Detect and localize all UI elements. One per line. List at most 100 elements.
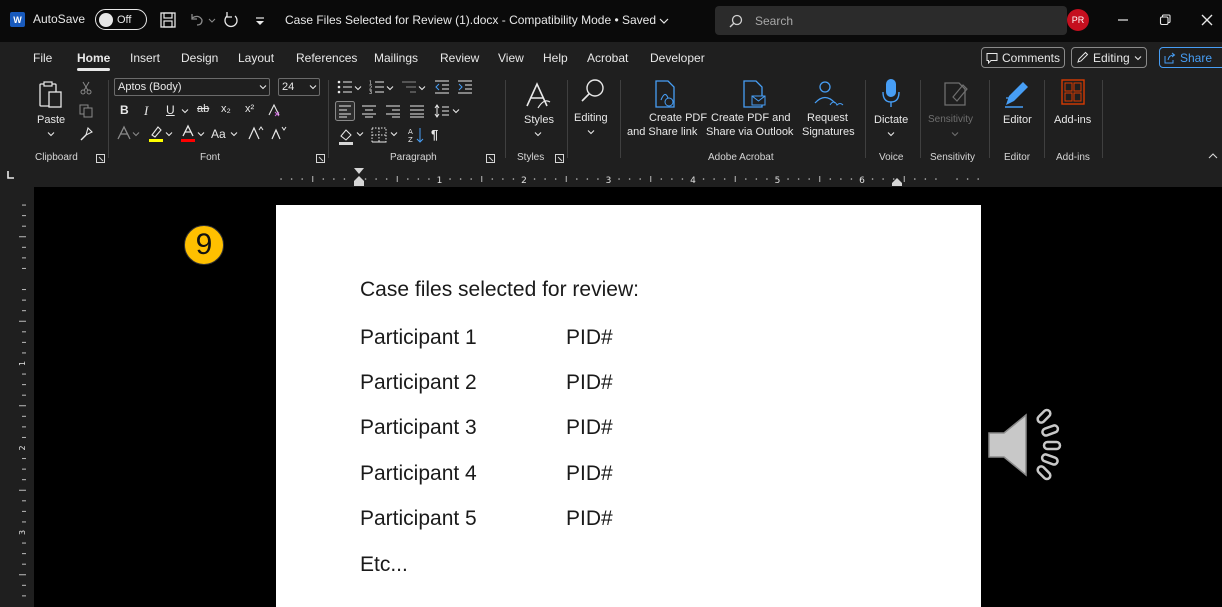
tab-mailings[interactable]: Mailings <box>374 51 418 65</box>
participant-row[interactable]: Participant 2 PID# <box>360 371 613 395</box>
undo-dropdown-icon[interactable] <box>207 10 217 30</box>
styles-dropdown-icon[interactable] <box>534 130 542 138</box>
tab-view[interactable]: View <box>498 51 524 65</box>
editing-dropdown-icon[interactable] <box>587 128 595 136</box>
participant-row[interactable]: Participant 5 PID# <box>360 507 613 531</box>
cut-icon[interactable] <box>79 81 93 95</box>
dictate-label[interactable]: Dictate <box>874 114 908 126</box>
share-button[interactable]: Share <box>1159 47 1222 68</box>
create-pdf-icon[interactable] <box>653 80 677 108</box>
paste-icon[interactable] <box>38 80 64 110</box>
align-center-icon[interactable] <box>362 104 376 118</box>
request-signatures-label-1[interactable]: Request <box>807 112 848 124</box>
word-logo-icon[interactable]: W <box>10 12 25 27</box>
highlight-dropdown-icon[interactable] <box>165 130 173 138</box>
paste-dropdown-icon[interactable] <box>47 130 55 138</box>
bullets-dropdown-icon[interactable] <box>354 84 362 92</box>
numbering-dropdown-icon[interactable] <box>386 84 394 92</box>
styles-icon[interactable] <box>524 80 552 110</box>
add-ins-icon[interactable] <box>1061 79 1085 105</box>
tab-acrobat[interactable]: Acrobat <box>587 51 628 65</box>
font-color-dropdown-icon[interactable] <box>197 130 205 138</box>
styles-label[interactable]: Styles <box>524 114 554 126</box>
editing-search-icon[interactable] <box>580 78 606 104</box>
sensitivity-dropdown-icon[interactable] <box>951 130 959 138</box>
decrease-indent-icon[interactable] <box>434 80 450 94</box>
grow-font-icon[interactable] <box>248 125 264 141</box>
increase-indent-icon[interactable] <box>457 80 473 94</box>
restore-button[interactable] <box>1152 8 1178 32</box>
document-canvas[interactable]: Case files selected for review: Particip… <box>34 187 1222 607</box>
font-launcher-icon[interactable] <box>316 154 325 163</box>
tab-help[interactable]: Help <box>543 51 568 65</box>
styles-launcher-icon[interactable] <box>555 154 564 163</box>
shading-dropdown-icon[interactable] <box>356 130 364 138</box>
shading-icon[interactable] <box>338 127 354 145</box>
borders-icon[interactable] <box>371 127 387 143</box>
bullets-icon[interactable] <box>337 80 353 94</box>
tab-design[interactable]: Design <box>181 51 218 65</box>
dictate-dropdown-icon[interactable] <box>887 130 895 138</box>
document-page[interactable]: Case files selected for review: Particip… <box>276 205 981 607</box>
tab-layout[interactable]: Layout <box>238 51 274 65</box>
sensitivity-icon[interactable] <box>943 79 969 107</box>
align-right-icon[interactable] <box>386 104 400 118</box>
underline-dropdown-icon[interactable] <box>181 107 189 115</box>
numbering-icon[interactable]: 123 <box>369 80 385 94</box>
sensitivity-label[interactable]: Sensitivity <box>928 114 973 125</box>
line-spacing-dropdown-icon[interactable] <box>452 107 460 115</box>
multilevel-list-icon[interactable] <box>401 80 417 94</box>
text-effects-icon[interactable] <box>116 125 132 141</box>
request-signatures-icon[interactable] <box>812 80 844 108</box>
document-heading[interactable]: Case files selected for review: <box>360 278 639 302</box>
sort-icon[interactable]: AZ <box>408 127 424 143</box>
horizontal-ruler[interactable]: 1 2 3 4 5 6 <box>0 167 1222 187</box>
editing-mode-button[interactable]: Editing <box>1071 47 1147 68</box>
user-avatar[interactable]: PR <box>1067 9 1089 31</box>
create-pdf-label-1[interactable]: Create PDF <box>649 112 707 124</box>
tab-home[interactable]: Home <box>77 51 111 71</box>
search-box[interactable]: Search <box>715 6 1067 35</box>
text-effects-dropdown-icon[interactable] <box>132 130 140 138</box>
microphone-icon[interactable] <box>881 78 901 108</box>
customize-quick-access-icon[interactable] <box>253 10 267 30</box>
superscript-button[interactable]: x² <box>245 103 254 115</box>
right-indent-marker[interactable] <box>891 177 903 187</box>
copy-icon[interactable] <box>79 104 93 118</box>
editing-label[interactable]: Editing <box>574 112 608 124</box>
share-outlook-icon[interactable] <box>741 80 767 108</box>
highlight-color-icon[interactable] <box>148 124 164 142</box>
autosave-toggle[interactable]: Off <box>95 9 147 30</box>
align-left-icon[interactable] <box>335 101 355 121</box>
redo-icon[interactable] <box>221 10 241 30</box>
create-pdf-label-2[interactable]: and Share link <box>627 126 697 138</box>
save-icon[interactable] <box>158 10 178 30</box>
strikethrough-button[interactable]: ab <box>197 103 209 115</box>
close-button[interactable] <box>1194 8 1220 32</box>
undo-icon[interactable] <box>187 10 207 30</box>
borders-dropdown-icon[interactable] <box>390 130 398 138</box>
paste-label[interactable]: Paste <box>37 114 65 126</box>
tab-selector-icon[interactable] <box>6 170 16 180</box>
tab-review[interactable]: Review <box>440 51 479 65</box>
italic-button[interactable]: I <box>144 103 148 119</box>
document-etc-line[interactable]: Etc... <box>360 553 408 577</box>
subscript-button[interactable]: x₂ <box>221 103 231 115</box>
bold-button[interactable]: B <box>120 103 129 117</box>
change-case-dropdown-icon[interactable] <box>230 130 238 138</box>
font-color-icon[interactable] <box>180 124 196 142</box>
first-line-indent-marker[interactable] <box>353 167 365 187</box>
clear-formatting-icon[interactable] <box>266 102 282 118</box>
tab-references[interactable]: References <box>296 51 357 65</box>
format-painter-icon[interactable] <box>79 127 93 141</box>
share-outlook-label-1[interactable]: Create PDF and <box>711 112 790 124</box>
change-case-button[interactable]: Aa <box>211 127 226 141</box>
line-spacing-icon[interactable] <box>434 104 450 118</box>
tab-file[interactable]: File <box>33 51 52 65</box>
font-name-dropdown[interactable]: Aptos (Body) <box>114 78 270 96</box>
show-formatting-marks-icon[interactable]: ¶ <box>431 127 438 142</box>
paragraph-launcher-icon[interactable] <box>486 154 495 163</box>
participant-row[interactable]: Participant 4 PID# <box>360 462 613 486</box>
tab-developer[interactable]: Developer <box>650 51 705 65</box>
minimize-button[interactable] <box>1110 8 1136 32</box>
